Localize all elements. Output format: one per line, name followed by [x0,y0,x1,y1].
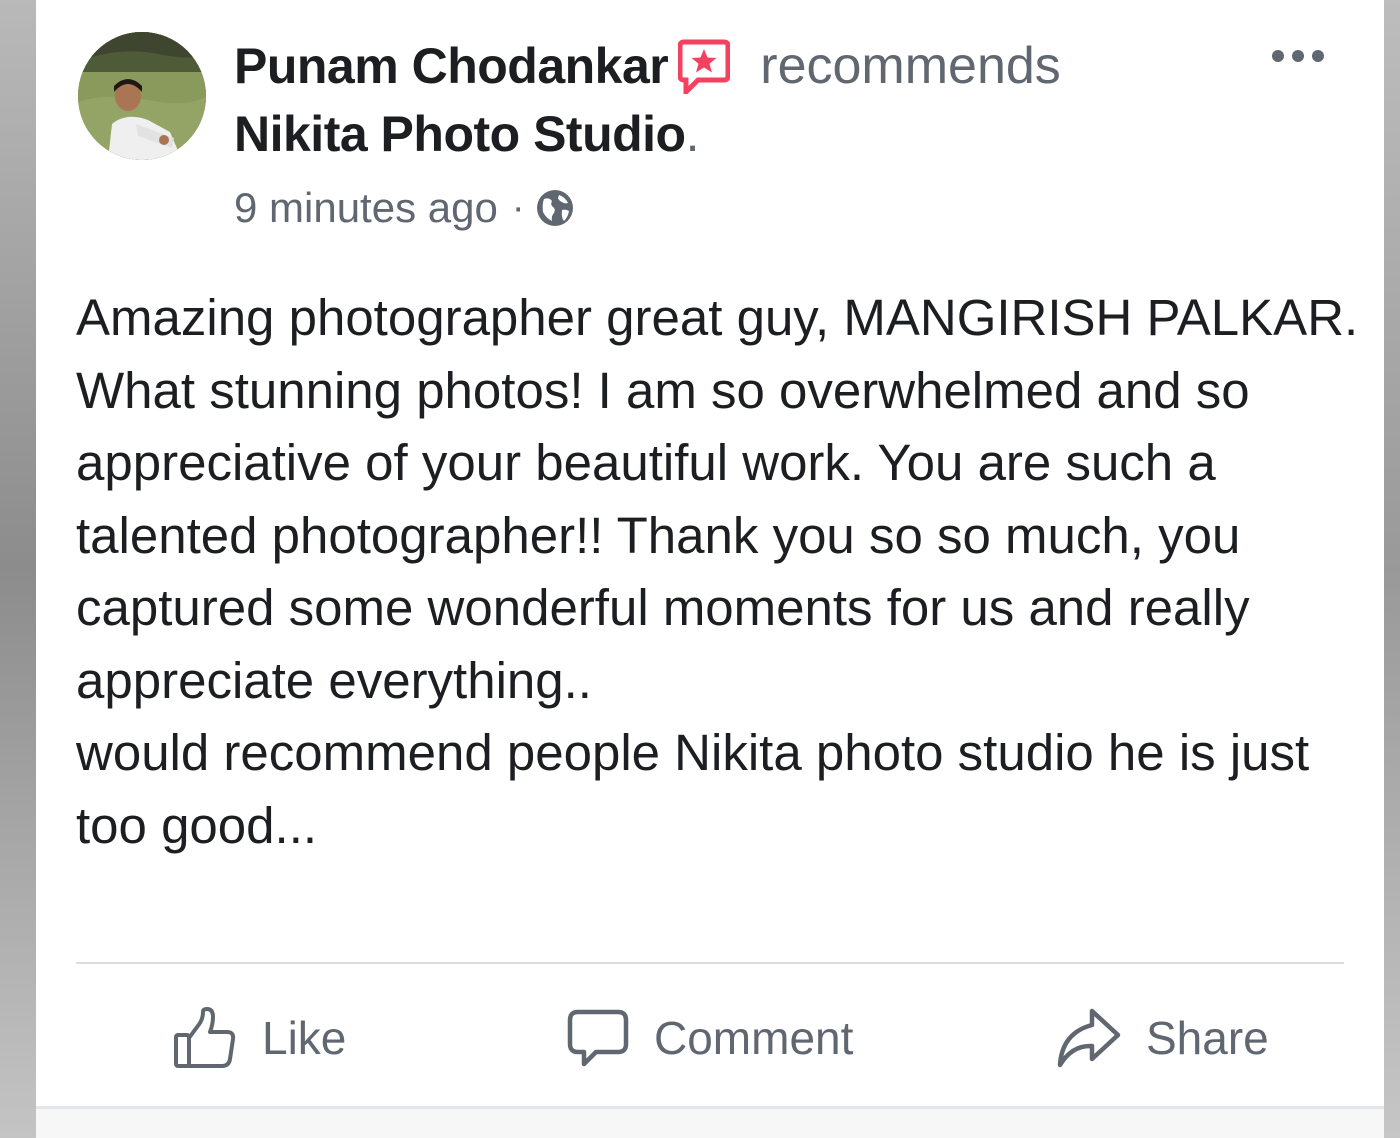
post-actions-bar: Like Comment Share [76,990,1344,1086]
page-name-period: . [685,106,700,162]
post-paragraph: would recommend people Nikita photo stud… [76,724,1310,854]
comment-button[interactable]: Comment [566,990,853,1086]
share-label: Share [1146,1012,1269,1064]
post-header: Punam Chodankar recommends [234,34,1061,99]
post-meta: 9 minutes ago · [234,180,575,236]
like-button[interactable]: Like [172,990,346,1086]
like-label: Like [262,1012,347,1064]
comment-bubble-icon [566,1006,630,1070]
share-button[interactable]: Share [1056,990,1269,1086]
meta-separator: · [511,186,525,229]
post-paragraph: Amazing photographer great guy, MANGIRIS… [76,289,1359,346]
globe-icon[interactable] [535,188,575,228]
author-name-link[interactable]: Punam Chodankar [234,37,669,95]
post-body-text: Amazing photographer great guy, MANGIRIS… [76,282,1366,862]
recommends-text: recommends [760,37,1061,95]
avatar-photo [78,32,206,160]
recommendation-post: Punam Chodankar recommends Nikita Photo … [36,0,1384,1138]
post-paragraph: What stunning photos! I am so overwhelme… [76,361,1250,709]
actions-divider [76,962,1344,964]
screenshot-frame-right [1384,0,1400,1138]
timestamp-link[interactable]: 9 minutes ago [234,184,498,232]
share-arrow-icon [1056,1007,1122,1069]
recommended-page: Nikita Photo Studio . [234,104,700,164]
comment-label: Comment [654,1012,854,1064]
next-post-strip [36,1109,1384,1138]
star-badge-icon [677,38,731,99]
more-horizontal-icon[interactable] [1268,42,1328,70]
avatar[interactable] [78,32,206,160]
thumbs-up-icon [172,1005,238,1071]
page-name-link[interactable]: Nikita Photo Studio [234,105,686,163]
screenshot-frame-left [0,0,36,1138]
